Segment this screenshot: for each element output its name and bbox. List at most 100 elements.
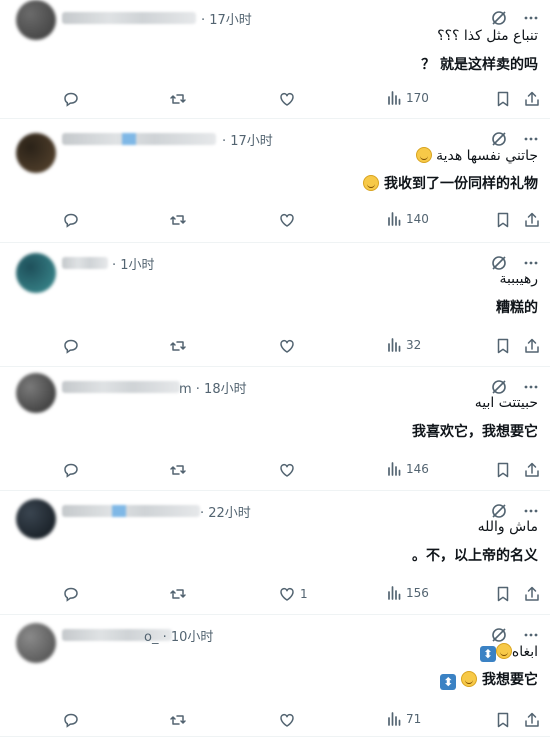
bookmark-button[interactable] (494, 90, 512, 108)
grok-icon[interactable] (490, 130, 508, 148)
reply-button[interactable] (62, 585, 80, 603)
views-button[interactable]: 156 (386, 585, 429, 601)
reply-item[interactable]: m · 18小时 حبيتتت ابيه 我喜欢它，我想要它 146 (0, 367, 550, 491)
views-icon (388, 212, 401, 226)
more-icon[interactable] (522, 502, 540, 520)
reply-text-translation: 。不，以上帝的名义 (412, 545, 538, 565)
reply-time: o_ · 10小时 (144, 630, 214, 645)
retweet-icon (170, 589, 186, 599)
reply-text-arabic-value: ابغاه (511, 644, 538, 660)
avatar[interactable] (16, 623, 56, 663)
reply-text-arabic: رهيبببة (499, 271, 538, 287)
reply-time: m · 18小时 (179, 382, 247, 397)
reply-time: · 17小时 (201, 13, 252, 28)
reply-button[interactable] (62, 461, 80, 479)
username-blurred[interactable] (62, 133, 216, 145)
action-bar: 146 (0, 461, 550, 481)
views-count: 156 (406, 586, 429, 600)
reply-item[interactable]: o_ · 10小时 ⬍ ابغاه ⬍ 我想要它 71 (0, 615, 550, 737)
username-blurred[interactable] (62, 381, 180, 393)
bookmark-button[interactable] (494, 211, 512, 229)
reply-button[interactable] (62, 711, 80, 729)
grok-icon[interactable] (490, 254, 508, 272)
views-count: 146 (406, 462, 429, 476)
reply-button[interactable] (62, 337, 80, 355)
share-icon (525, 712, 539, 727)
smile-emoji (461, 671, 478, 687)
reply-text-arabic-value: جاتني نفسها هدية (436, 148, 538, 164)
share-button[interactable] (523, 461, 541, 479)
more-icon[interactable] (522, 626, 540, 644)
reply-item[interactable]: · 1小时 رهيبببة 糟糕的 32 (0, 243, 550, 367)
share-button[interactable] (523, 211, 541, 229)
bookmark-icon (497, 91, 509, 107)
username-blurred[interactable] (62, 12, 196, 24)
avatar[interactable] (16, 0, 56, 40)
grok-icon[interactable] (490, 626, 508, 644)
retweet-icon (170, 94, 186, 104)
avatar[interactable] (16, 499, 56, 539)
like-button[interactable] (278, 337, 300, 355)
grok-icon[interactable] (490, 9, 508, 27)
views-button[interactable]: 140 (386, 211, 429, 227)
reply-item[interactable]: · 22小时 ماش والله 。不，以上帝的名义 1 156 (0, 491, 550, 615)
action-bar: 71 (0, 711, 550, 731)
like-icon (280, 92, 294, 106)
views-button[interactable]: 71 (386, 711, 421, 727)
share-button[interactable] (523, 337, 541, 355)
views-count: 71 (406, 712, 422, 726)
views-button[interactable]: 146 (386, 461, 429, 477)
reply-text-arabic-value: ماش والله (477, 519, 538, 535)
like-icon (280, 463, 294, 477)
more-icon[interactable] (522, 254, 540, 272)
bookmark-button[interactable] (494, 461, 512, 479)
retweet-button[interactable] (169, 711, 187, 729)
views-icon (388, 586, 401, 600)
action-bar: 32 (0, 337, 550, 357)
reply-icon (64, 339, 78, 354)
grok-icon[interactable] (490, 378, 508, 396)
reply-button[interactable] (62, 90, 80, 108)
retweet-button[interactable] (169, 90, 187, 108)
like-button[interactable] (278, 711, 300, 729)
share-icon (525, 462, 539, 477)
more-icon[interactable] (522, 378, 540, 396)
bookmark-button[interactable] (494, 711, 512, 729)
like-icon (280, 587, 294, 601)
share-button[interactable] (523, 711, 541, 729)
like-button[interactable] (278, 461, 300, 479)
reply-text-translation: ？ 就是这样卖的吗 (421, 54, 538, 74)
grok-icon[interactable] (490, 502, 508, 520)
username-blurred[interactable] (62, 505, 200, 517)
more-icon[interactable] (522, 9, 540, 27)
bookmark-button[interactable] (494, 585, 512, 603)
like-count: 1 (300, 587, 308, 601)
avatar[interactable] (16, 253, 56, 293)
retweet-button[interactable] (169, 461, 187, 479)
views-button[interactable]: 32 (386, 337, 421, 353)
username-blurred[interactable] (62, 257, 108, 269)
bookmark-button[interactable] (494, 337, 512, 355)
avatar[interactable] (16, 133, 56, 173)
reply-button[interactable] (62, 211, 80, 229)
share-button[interactable] (523, 585, 541, 603)
retweet-button[interactable] (169, 211, 187, 229)
share-button[interactable] (523, 90, 541, 108)
more-icon[interactable] (522, 130, 540, 148)
grin-emoji (415, 147, 432, 163)
smile-emoji (495, 643, 512, 659)
reply-text-translation: 我喜欢它，我想要它 (412, 421, 538, 441)
reply-item[interactable]: · 17小时 جاتني نفسها هدية 我收到了一份同样的礼物 140 (0, 119, 550, 243)
like-button[interactable]: 1 (278, 585, 308, 603)
avatar[interactable] (16, 373, 56, 413)
reply-item[interactable]: · 17小时 تنباع مثل كذا ؟؟؟ ？ 就是这样卖的吗 170 (0, 0, 550, 119)
reply-text-translation: 糟糕的 (496, 297, 538, 317)
reply-icon (64, 587, 78, 602)
like-button[interactable] (278, 90, 300, 108)
up-down-arrow-emoji: ⬍ (440, 674, 457, 690)
like-button[interactable] (278, 211, 300, 229)
retweet-button[interactable] (169, 585, 187, 603)
reply-icon (64, 463, 78, 478)
views-button[interactable]: 170 (386, 90, 429, 106)
retweet-button[interactable] (169, 337, 187, 355)
